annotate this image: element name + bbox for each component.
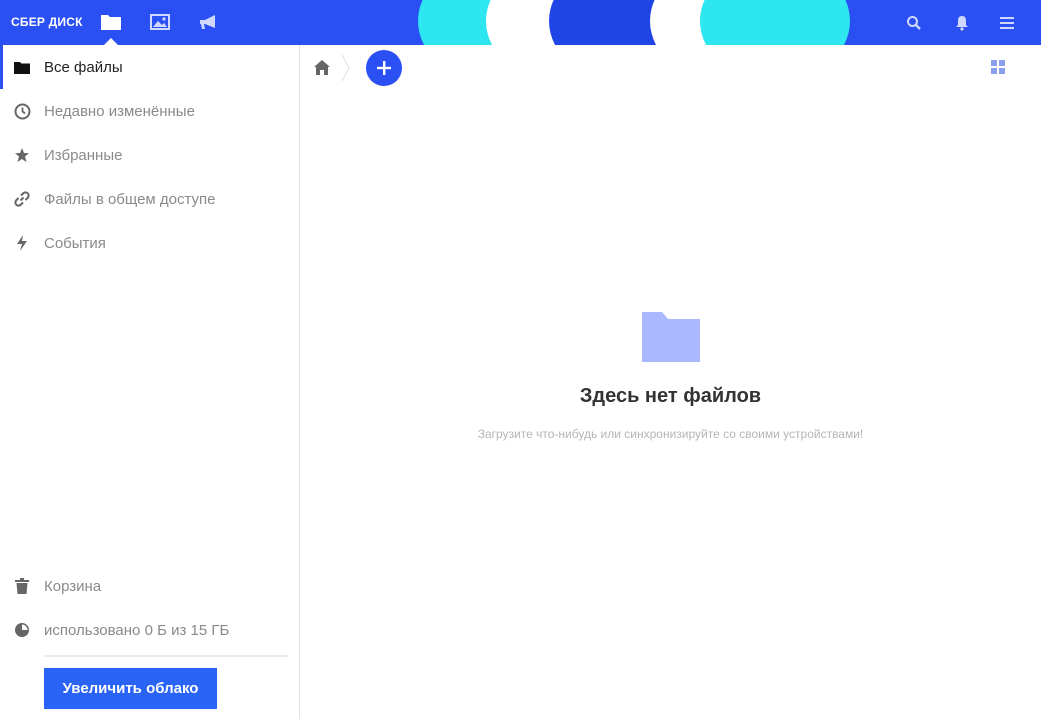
header-decoration [700,0,850,45]
link-icon [13,190,31,208]
nav-photos-button[interactable] [149,12,171,32]
main-menu-button[interactable] [997,13,1017,33]
sidebar-item-recent[interactable]: Недавно изменённые [0,89,299,133]
app-logo[interactable]: СБЕР ДИСК [11,15,83,29]
pie-icon [13,621,31,639]
bell-icon [956,16,968,31]
notifications-button[interactable] [952,13,972,33]
sidebar-item-label: Избранные [44,146,123,164]
storage-usage: использовано 0 Б из 15 ГБ [0,608,299,652]
top-header: СБЕР ДИСК [0,0,1041,45]
trash-icon [13,577,31,595]
sidebar: Все файлы Недавно изменённые Избранные Ф… [0,45,300,719]
sidebar-item-events[interactable]: События [0,221,299,265]
storage-usage-text: использовано 0 Б из 15 ГБ [44,621,230,639]
sidebar-item-favorites[interactable]: Избранные [0,133,299,177]
lightning-icon [13,234,31,252]
breadcrumb-separator [341,54,350,82]
star-icon [13,146,31,164]
sidebar-item-all-files[interactable]: Все файлы [0,45,299,89]
empty-folder-icon [642,312,700,362]
nav-events-button[interactable] [198,12,220,32]
folder-icon [101,15,121,30]
home-icon [314,59,330,75]
breadcrumb-home[interactable] [313,58,331,76]
plus-icon [377,61,391,75]
nav-files-button[interactable] [100,12,122,32]
active-nav-indicator [104,38,118,45]
sidebar-item-label: Файлы в общем доступе [44,190,216,208]
grid-icon [991,60,1005,74]
sidebar-item-label: Все файлы [44,58,123,76]
image-icon [150,14,170,30]
clock-icon [13,102,31,120]
sidebar-item-label: События [44,234,106,252]
megaphone-icon [200,15,215,29]
grid-view-toggle[interactable] [991,60,1005,74]
sidebar-item-shared[interactable]: Файлы в общем доступе [0,177,299,221]
storage-usage-bar [44,655,288,657]
menu-icon [1000,17,1014,29]
search-button[interactable] [904,13,924,33]
folder-icon [13,58,31,76]
search-icon [907,16,921,30]
upgrade-storage-button[interactable]: Увеличить облако [44,668,217,709]
empty-state-title: Здесь нет файлов [579,385,762,407]
sidebar-item-trash[interactable]: Корзина [0,564,299,608]
add-button[interactable] [366,50,402,86]
empty-state-subtitle: Загрузите что-нибудь или синхронизируйте… [477,427,864,441]
sidebar-item-label: Корзина [44,577,102,595]
sidebar-item-label: Недавно изменённые [44,102,195,120]
